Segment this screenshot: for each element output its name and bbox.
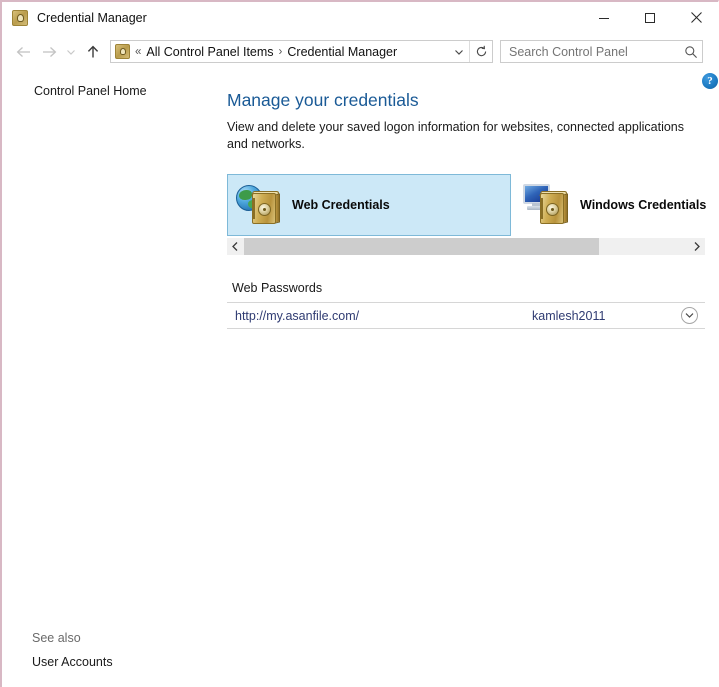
globe-vault-icon <box>236 183 286 227</box>
breadcrumb-leading-separator: « <box>135 45 142 58</box>
credential-manager-icon <box>12 9 28 26</box>
breadcrumb-separator: › <box>278 45 283 58</box>
address-dropdown-button[interactable] <box>449 48 469 56</box>
back-button[interactable] <box>10 39 36 65</box>
monitor-vault-icon <box>523 183 574 227</box>
scrollbar-thumb[interactable] <box>244 238 600 255</box>
refresh-button[interactable] <box>469 41 492 62</box>
tile-windows-credentials[interactable]: Windows Credentials <box>511 174 707 236</box>
search-input[interactable] <box>507 43 680 60</box>
credential-username: kamlesh2011 <box>532 308 606 323</box>
sidebar-item-control-panel-home[interactable]: Control Panel Home <box>34 84 147 98</box>
search-icon[interactable] <box>680 45 702 59</box>
vault-icon <box>250 191 280 225</box>
breadcrumb-item-credential-manager[interactable]: Credential Manager <box>287 45 397 59</box>
window-title: Credential Manager <box>37 10 147 25</box>
vault-icon <box>538 191 568 225</box>
tile-label-windows-credentials: Windows Credentials <box>580 198 707 212</box>
recent-locations-button[interactable] <box>62 39 80 65</box>
credential-url[interactable]: http://my.asanfile.com/ <box>235 309 359 323</box>
search-box[interactable] <box>500 40 703 63</box>
content-area: Control Panel Home See also User Account… <box>2 70 718 687</box>
page-title: Manage your credentials <box>227 90 419 110</box>
credential-manager-window: Credential Manager « All Control Panel I… <box>0 0 719 687</box>
scroll-left-button[interactable] <box>227 238 244 255</box>
tile-label-web-credentials: Web Credentials <box>292 198 390 212</box>
main-panel: Manage your credentials View and delete … <box>224 70 718 687</box>
sidebar: Control Panel Home See also User Account… <box>2 70 224 687</box>
sidebar-item-user-accounts[interactable]: User Accounts <box>32 655 113 669</box>
close-button[interactable] <box>673 2 718 33</box>
navigation-bar: « All Control Panel Items › Credential M… <box>2 33 718 70</box>
up-button[interactable] <box>80 39 106 65</box>
credential-row[interactable]: http://my.asanfile.com/ kamlesh2011 <box>227 302 705 329</box>
scroll-right-button[interactable] <box>688 238 705 255</box>
tile-web-credentials[interactable]: Web Credentials <box>227 174 511 236</box>
see-also-heading: See also <box>32 631 81 645</box>
address-bar[interactable]: « All Control Panel Items › Credential M… <box>110 40 493 63</box>
breadcrumb-item-all-control-panel-items[interactable]: All Control Panel Items <box>146 45 273 59</box>
address-bar-icon <box>115 44 130 59</box>
window-controls <box>581 2 718 33</box>
scrollbar-track[interactable] <box>244 238 688 255</box>
chevron-down-icon[interactable] <box>681 307 698 324</box>
page-description: View and delete your saved logon informa… <box>227 120 684 151</box>
tiles-horizontal-scrollbar[interactable] <box>227 238 705 255</box>
credential-type-tiles: Web Credentials Windows Credentials <box>227 174 707 236</box>
minimize-button[interactable] <box>581 2 627 33</box>
credential-list: http://my.asanfile.com/ kamlesh2011 <box>227 302 705 329</box>
maximize-button[interactable] <box>627 2 673 33</box>
forward-button[interactable] <box>36 39 62 65</box>
tiles-row: Web Credentials Windows Credentials <box>227 174 707 236</box>
section-title-web-passwords: Web Passwords <box>232 281 323 295</box>
title-bar: Credential Manager <box>2 2 718 33</box>
